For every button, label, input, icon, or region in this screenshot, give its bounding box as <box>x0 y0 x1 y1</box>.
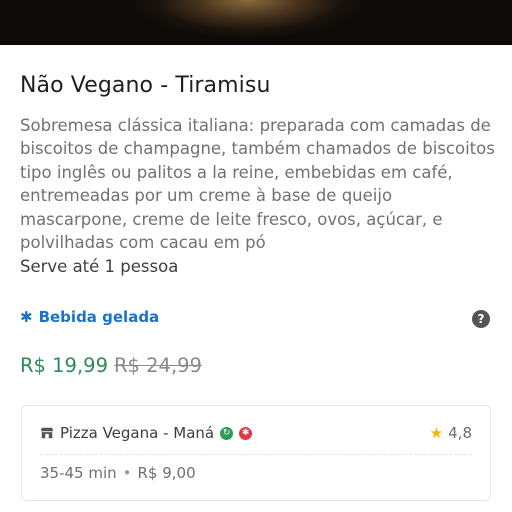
original-price: R$ 24,99 <box>113 354 202 377</box>
meta-separator: • <box>122 464 132 482</box>
delivery-fee: R$ 9,00 <box>137 464 196 482</box>
snowflake-icon: ✱ <box>20 307 33 326</box>
store-rating: ★ 4,8 <box>430 424 472 442</box>
product-hero-image <box>0 0 512 45</box>
store-icon <box>40 427 54 439</box>
current-price: R$ 19,99 <box>20 354 108 377</box>
store-card[interactable]: Pizza Vegana - Maná ↻ ✱ ★ 4,8 35-45 min … <box>21 405 491 501</box>
price-block: R$ 19,99 R$ 24,99 <box>20 354 202 377</box>
cold-drink-label: Bebida gelada <box>38 308 160 326</box>
rating-value: 4,8 <box>448 424 472 442</box>
red-badge-icon: ✱ <box>239 426 253 440</box>
product-description: Sobremesa clássica italiana: preparada c… <box>20 116 495 253</box>
star-icon: ★ <box>429 424 444 442</box>
store-name[interactable]: Pizza Vegana - Maná <box>60 424 214 442</box>
cold-drink-tag: ✱ Bebida gelada <box>20 308 159 326</box>
card-divider <box>40 454 472 455</box>
store-row[interactable]: Pizza Vegana - Maná ↻ ✱ <box>40 424 253 442</box>
help-icon[interactable]: ? <box>472 310 490 328</box>
delivery-time: 35-45 min <box>40 464 117 482</box>
delivery-meta: 35-45 min • R$ 9,00 <box>40 464 196 482</box>
product-title: Não Vegano - Tiramisu <box>20 73 271 98</box>
green-badge-icon: ↻ <box>220 426 234 440</box>
serves-text: Serve até 1 pessoa <box>20 257 179 276</box>
